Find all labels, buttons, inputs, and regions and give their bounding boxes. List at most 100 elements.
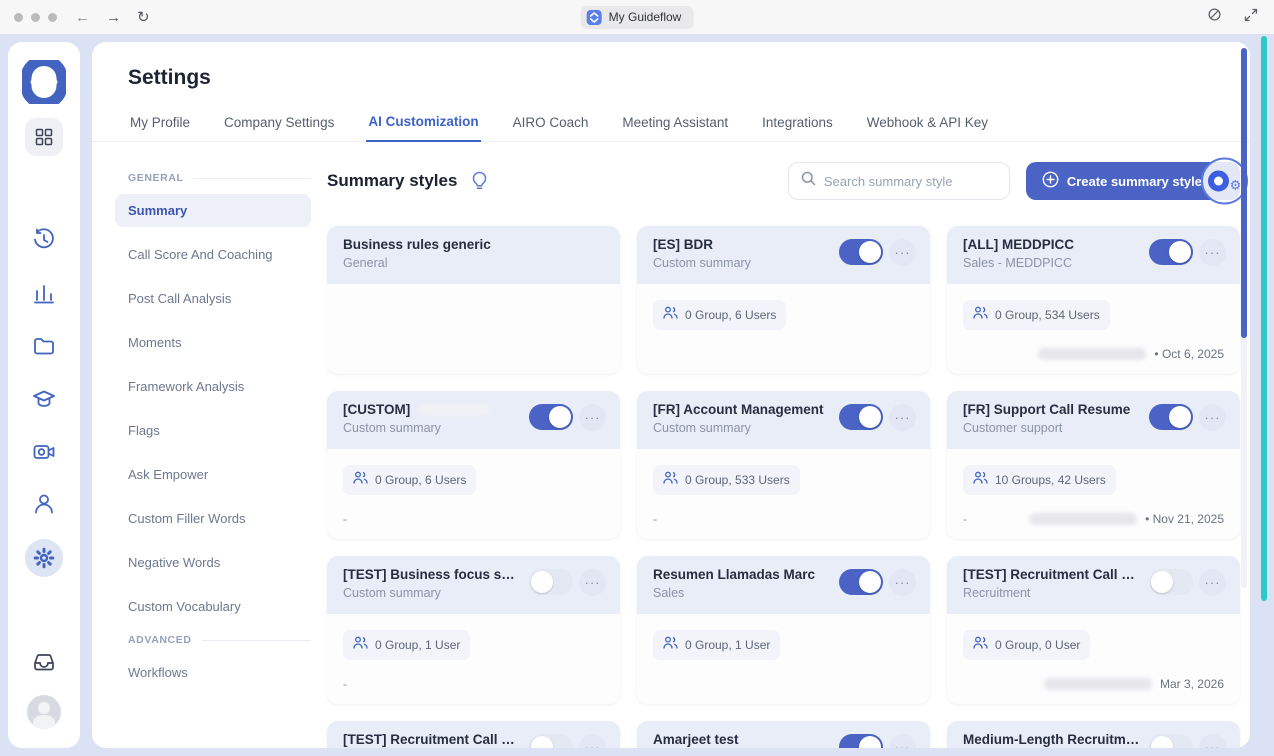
tab-ai-customization[interactable]: AI Customization [366,108,480,142]
card-menu-button[interactable]: ··· [1199,239,1226,266]
card-menu-button[interactable]: ··· [1199,569,1226,596]
summary-style-card[interactable]: [ES] BDR Custom summary ··· 0 Group, 6 U… [637,226,930,374]
card-title: [ES] BDR [653,237,713,252]
card-title: [TEST] Recruitment Call Su... [963,567,1141,582]
enable-toggle[interactable] [1149,239,1193,265]
enable-toggle[interactable] [839,239,883,265]
enable-toggle[interactable] [839,569,883,595]
inbox-icon[interactable] [32,650,56,674]
app-logo[interactable] [22,60,66,104]
search-input[interactable] [824,174,1000,189]
enable-toggle[interactable] [839,404,883,430]
subnav-item-workflows[interactable]: Workflows [115,656,311,689]
browser-tab[interactable]: My Guideflow [581,6,694,29]
enable-toggle[interactable] [529,404,573,430]
summary-style-card[interactable]: [ALL] MEDDPICC Sales - MEDDPICC ··· 0 Gr… [947,226,1240,374]
card-title: [TEST] Business focus sum... [343,567,521,582]
subnav-item-summary[interactable]: Summary [115,194,311,227]
card-menu-button[interactable]: ··· [579,404,606,431]
subnav-item-custom-vocabulary[interactable]: Custom Vocabulary [115,590,311,623]
subnav-section-label: GENERAL [128,172,311,184]
reload-button[interactable]: ↻ [137,10,150,25]
enable-toggle[interactable] [1149,569,1193,595]
card-menu-button[interactable]: ··· [1199,404,1226,431]
window-traffic-lights[interactable] [14,13,57,22]
forward-button[interactable]: → [106,10,121,25]
summary-style-card[interactable]: Resumen Llamadas Marc Sales ··· 0 Group,… [637,556,930,704]
toggle-knob [1151,736,1173,748]
summary-style-card[interactable]: [FR] Support Call Resume Customer suppor… [947,391,1240,539]
card-menu-button[interactable]: ··· [889,239,916,266]
lightbulb-icon[interactable] [471,171,488,191]
enable-toggle[interactable] [839,734,883,748]
subnav-item-flags[interactable]: Flags [115,414,311,447]
card-menu-button[interactable]: ··· [579,569,606,596]
screen: ← → ↻ My Guideflow [0,0,1274,756]
scrollbar-thumb[interactable] [1241,48,1247,338]
app-rail [8,42,80,748]
toggle-knob [531,736,553,748]
badge-text: 0 Group, 6 Users [375,473,466,487]
summary-style-card[interactable]: Business rules generic General [327,226,620,374]
subnav-item-custom-filler-words[interactable]: Custom Filler Words [115,502,311,535]
subnav-item-call-score-and-coaching[interactable]: Call Score And Coaching [115,238,311,271]
summary-style-card[interactable]: [CUSTOM] Custom summary ··· 0 Group, 6 U… [327,391,620,539]
tab-integrations[interactable]: Integrations [760,108,835,141]
subnav-item-moments[interactable]: Moments [115,326,311,359]
assignment-badge: 0 Group, 0 User [963,630,1090,660]
card-menu-button[interactable]: ··· [889,404,916,431]
assignment-badge: 10 Groups, 42 Users [963,465,1116,495]
card-menu-button[interactable]: ··· [579,734,606,748]
redacted-author-text [1038,348,1146,360]
tab-airo-coach[interactable]: AIRO Coach [511,108,591,141]
folder-icon[interactable] [33,335,56,358]
subnav-item-ask-empower[interactable]: Ask Empower [115,458,311,491]
card-date: Mar 3, 2026 [1160,677,1224,691]
enable-toggle[interactable] [1149,404,1193,430]
user-avatar[interactable] [27,695,61,729]
summary-style-card[interactable]: [TEST] Recruitment Call Su... ··· [327,721,620,748]
recordings-icon[interactable] [32,440,56,464]
users-icon [663,471,678,489]
history-icon[interactable] [33,228,56,251]
enable-toggle[interactable] [529,569,573,595]
browser-chrome: ← → ↻ My Guideflow [0,0,1274,34]
tab-my-profile[interactable]: My Profile [128,108,192,141]
subnav-section-label: ADVANCED [128,634,311,646]
card-body: 0 Group, 6 Users - [327,449,620,539]
enable-toggle[interactable] [1149,734,1193,748]
toggle-knob [1151,571,1173,593]
card-menu-button[interactable]: ··· [889,569,916,596]
search-box [788,162,1010,200]
toggle-knob [859,571,881,593]
expand-icon[interactable] [1244,8,1258,27]
subnav-item-framework-analysis[interactable]: Framework Analysis [115,370,311,403]
enable-toggle[interactable] [529,734,573,748]
summary-style-card[interactable]: [TEST] Business focus sum... Custom summ… [327,556,620,704]
academy-icon[interactable] [32,387,56,411]
summary-style-card[interactable]: Amarjeet test ··· [637,721,930,748]
card-body: 0 Group, 1 User - [327,614,620,704]
subnav-item-negative-words[interactable]: Negative Words [115,546,311,579]
subnav-item-post-call-analysis[interactable]: Post Call Analysis [115,282,311,315]
badge-text: 0 Group, 534 Users [995,308,1100,322]
card-date: • Nov 21, 2025 [1145,512,1224,526]
summary-style-card[interactable]: Medium-Length Recruitme... ··· [947,721,1240,748]
settings-gear-icon[interactable] [25,539,63,577]
card-menu-button[interactable]: ··· [1199,734,1226,748]
tab-company-settings[interactable]: Company Settings [222,108,336,141]
card-header: [TEST] Business focus sum... Custom summ… [327,556,620,614]
summary-style-card[interactable]: [TEST] Recruitment Call Su... Recruitmen… [947,556,1240,704]
user-icon[interactable] [33,492,56,515]
tab-webhook-api-key[interactable]: Webhook & API Key [865,108,990,141]
apps-grid-icon[interactable] [25,118,63,156]
back-button[interactable]: ← [75,10,90,25]
tab-meeting-assistant[interactable]: Meeting Assistant [620,108,730,141]
card-note: - [653,512,657,526]
analytics-icon[interactable] [33,282,55,304]
summary-style-card[interactable]: [FR] Account Management Custom summary ·… [637,391,930,539]
card-note: - [963,512,967,526]
summary-styles-section: Summary styles Create sum [327,142,1250,744]
link-icon[interactable] [1207,7,1222,27]
card-menu-button[interactable]: ··· [889,734,916,748]
